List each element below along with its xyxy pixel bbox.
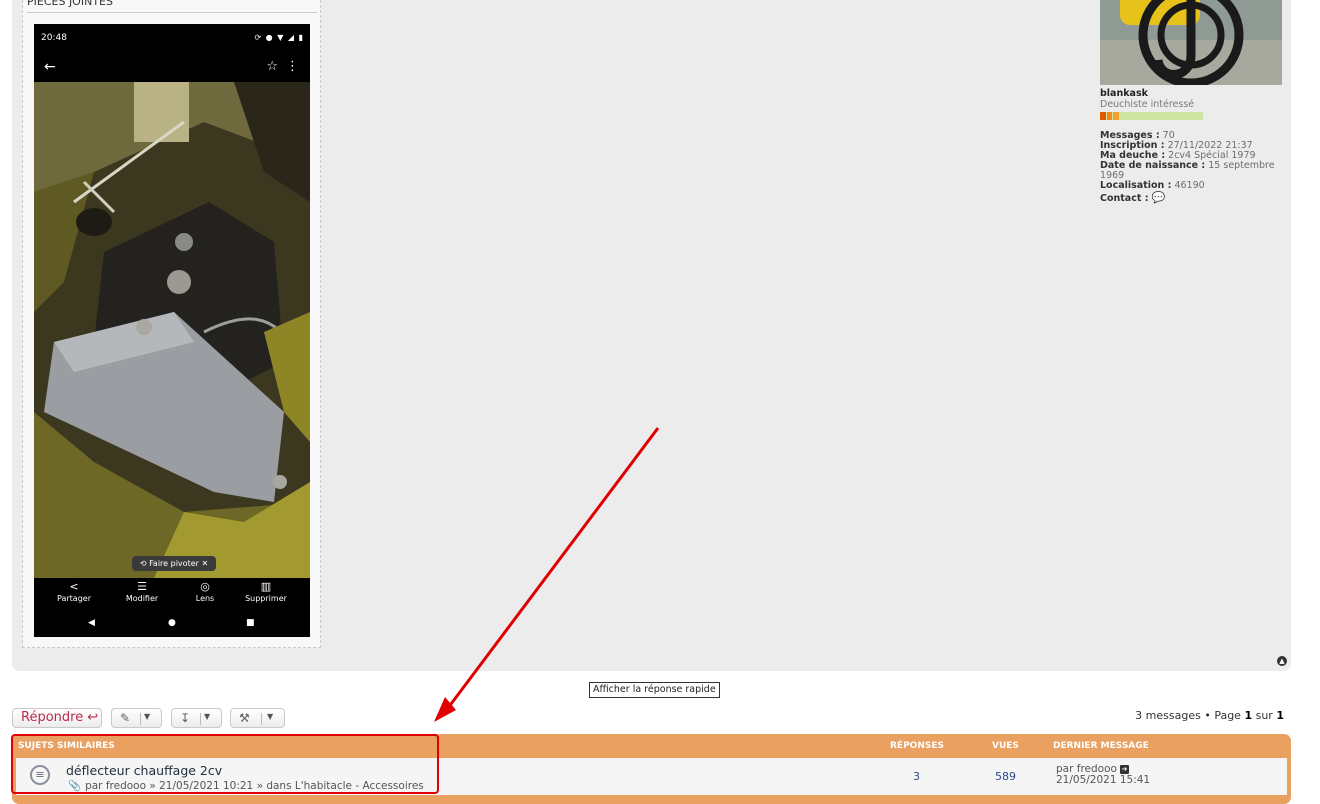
last-post-date: 21/05/2021 15:41 — [1056, 774, 1151, 786]
nav-recents-icon: ■ — [246, 618, 255, 628]
share-icon: < — [69, 580, 79, 593]
sort-button[interactable]: ↧ ▼ — [171, 708, 222, 728]
back-arrow-icon: ← — [44, 59, 56, 75]
phone-status-bar: 20:48 ⟳ ● ▼ ◢ ▮ — [34, 24, 310, 52]
chevron-down-icon: ▼ — [144, 712, 151, 721]
phone-top-bar: ← ☆ ⋮ — [34, 54, 310, 82]
attachments-title: PIÈCES JOINTES — [27, 0, 317, 13]
more-vert-icon: ⋮ — [286, 59, 299, 74]
rotate-button[interactable]: ⟲ Faire pivoter ✕ — [132, 556, 216, 571]
phone-nav-bar: ◀ ● ■ — [34, 612, 310, 636]
photo-drawing — [34, 82, 310, 578]
phone-time: 20:48 — [41, 33, 67, 43]
edit-label: Modifier — [125, 594, 159, 603]
pagination-info: 3 messages • Page 1 sur 1 — [1135, 709, 1284, 722]
avatar[interactable] — [1100, 0, 1282, 85]
author-location: 46190 — [1174, 180, 1205, 191]
contact-bubble-icon[interactable]: 💬 — [1152, 191, 1166, 204]
avatar-image — [1100, 0, 1282, 85]
total-pages: 1 — [1276, 709, 1284, 722]
edit-action: ☰ Modifier — [112, 580, 172, 603]
col-views-header: Vues — [992, 741, 1019, 751]
col-last-post-header: Dernier message — [1053, 741, 1149, 751]
reply-button[interactable]: Répondre ↩ — [12, 708, 102, 728]
phone-status-icons: ⟳ ● ▼ ◢ ▮ — [254, 33, 304, 42]
reply-arrow-icon: ↩ — [87, 710, 99, 725]
share-label: Partager — [57, 594, 91, 603]
chevron-down-icon: ▼ — [204, 712, 211, 721]
delete-action: ▥ Supprimer — [236, 580, 296, 603]
star-icon: ☆ — [266, 59, 278, 74]
back-to-top-icon[interactable]: ▲ — [1277, 656, 1287, 666]
tune-icon: ☰ — [137, 580, 147, 593]
chevron-down-icon: ▼ — [267, 712, 274, 721]
lens-icon: ◎ — [200, 580, 210, 593]
attachment-image[interactable]: 20:48 ⟳ ● ▼ ◢ ▮ ← ☆ ⋮ ⟲ Faire pivoter ✕ … — [34, 24, 310, 637]
lens-label: Lens — [195, 594, 215, 603]
current-page[interactable]: 1 — [1244, 709, 1252, 722]
topic-replies: 3 — [913, 770, 920, 783]
author-name[interactable]: blankask — [1100, 88, 1148, 99]
nav-home-icon: ● — [168, 618, 176, 628]
delete-label: Supprimer — [245, 594, 287, 603]
gavel-icon: ⚒ — [239, 711, 250, 725]
moderation-button[interactable]: ⚒ ▼ — [230, 708, 285, 728]
reply-label: Répondre — [21, 710, 84, 725]
share-action: < Partager — [44, 580, 104, 603]
topic-last-post: par fredooo ➜ 21/05/2021 15:41 — [1056, 764, 1150, 786]
highlight-box — [11, 734, 439, 794]
show-quick-reply-button[interactable]: Afficher la réponse rapide — [589, 682, 720, 698]
topic-views: 589 — [995, 770, 1016, 783]
rotate-label: Faire pivoter — [149, 559, 199, 568]
wrench-icon: ✎ — [120, 711, 131, 725]
rank-progress-bar — [1100, 112, 1203, 120]
phone-action-bar: < Partager ☰ Modifier ◎ Lens ▥ Supprimer — [34, 580, 310, 612]
col-replies-header: Réponses — [890, 741, 944, 751]
trash-icon: ▥ — [260, 580, 272, 593]
author-profile-details: Messages : 70 Inscription : 27/11/2022 2… — [1100, 130, 1275, 204]
lens-action: ◎ Lens — [175, 580, 235, 603]
topic-tools-button[interactable]: ✎ ▼ — [111, 708, 162, 728]
car-underbody-photo — [34, 82, 310, 578]
nav-back-icon: ◀ — [88, 618, 95, 628]
sort-icon: ↧ — [180, 711, 191, 725]
author-rank: Deuchiste intéressé — [1100, 99, 1195, 110]
goto-last-post-icon[interactable]: ➜ — [1119, 764, 1129, 774]
